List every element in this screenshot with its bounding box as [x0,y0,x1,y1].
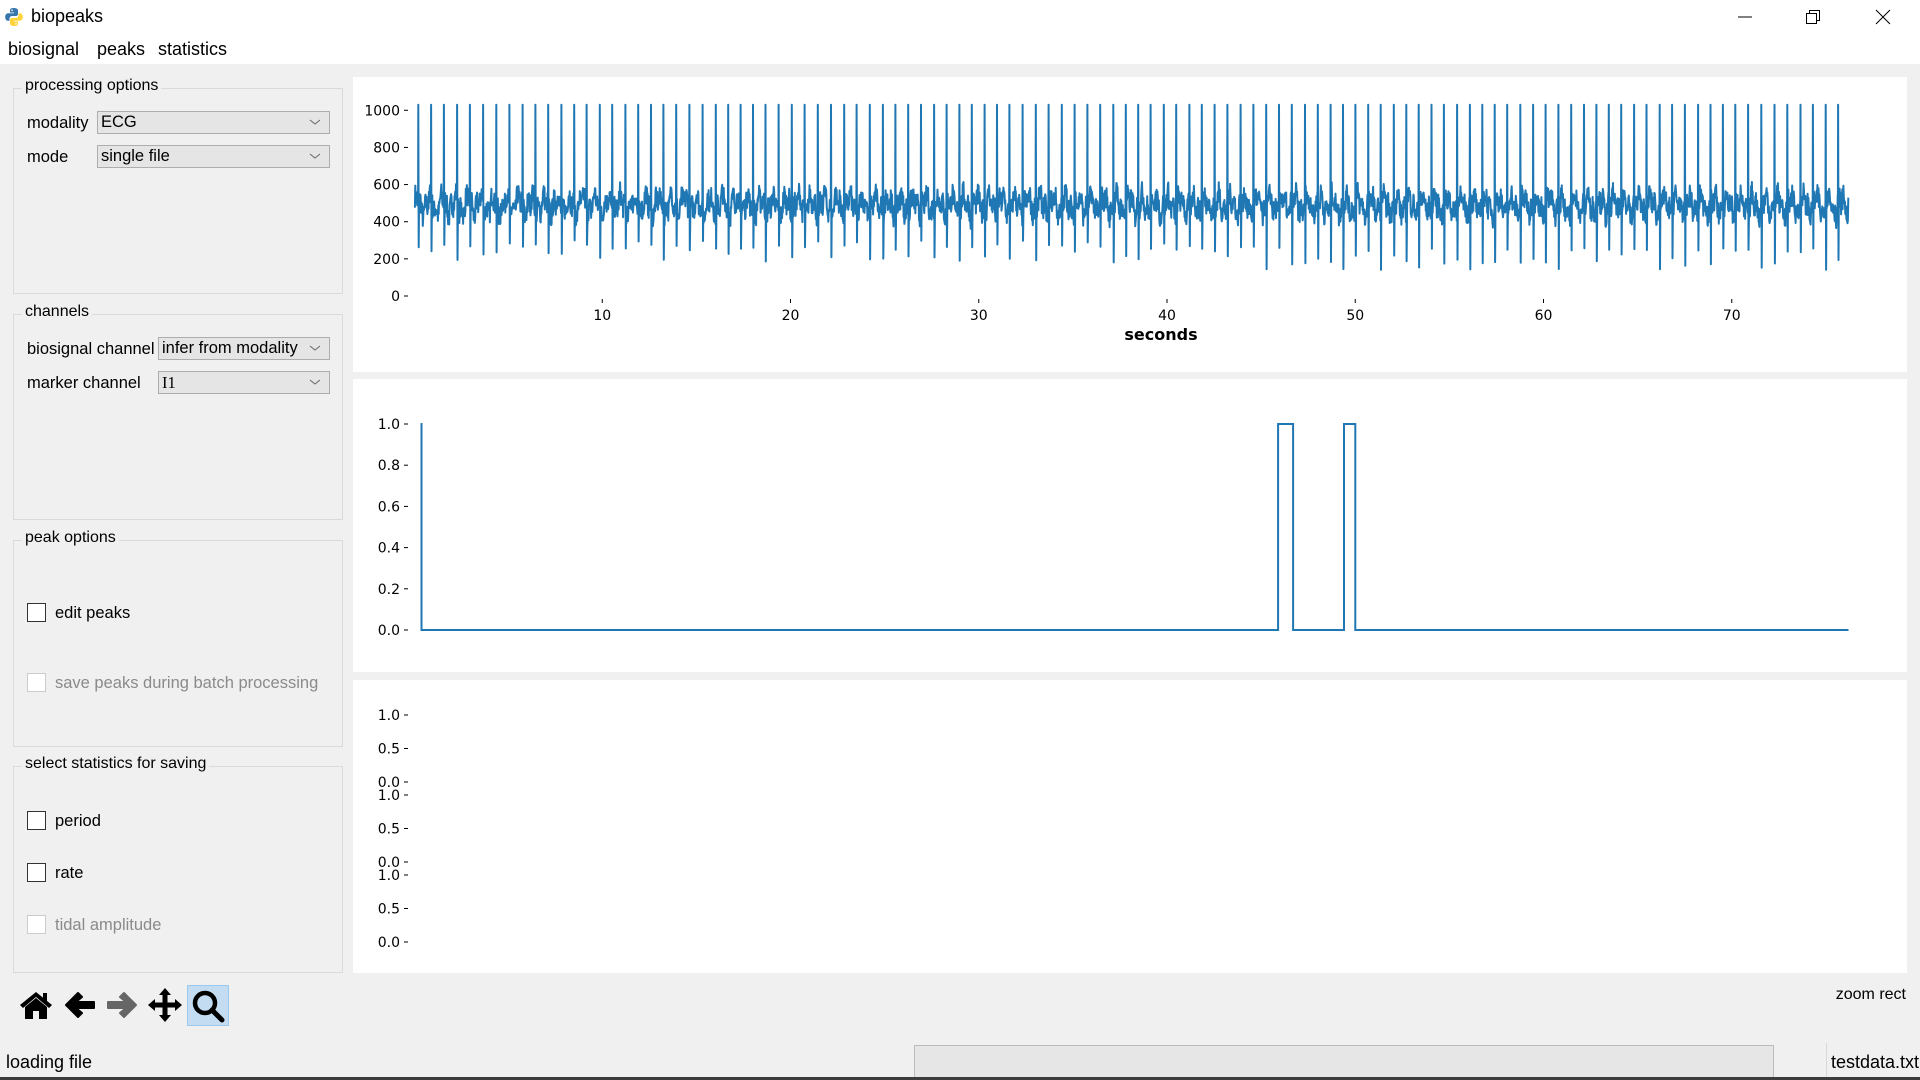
forward-button[interactable] [102,985,142,1025]
save-peaks-batch-label: save peaks during batch processing [55,674,319,692]
chevron-down-icon [309,153,321,159]
group-title: processing options [22,77,162,95]
chevron-down-icon [309,119,321,125]
peak-options-group: peak options [13,529,343,747]
minimize-icon [1738,16,1752,18]
y-tick-label: 0.5 [378,902,400,918]
chevron-down-icon [309,379,321,385]
y-tick-label: 800 [373,140,400,156]
edit-peaks-checkbox[interactable] [27,603,46,622]
modality-value: ECG [101,113,137,131]
marker-chart: 0.0 0.2 0.4 0.6 0.8 1.0 [378,417,1849,639]
x-tick-label: 30 [970,308,988,324]
y-tick-label: 1.0 [378,417,400,433]
marker-plot[interactable]: 0.0 0.2 0.4 0.6 0.8 1.0 [353,379,1907,672]
magnifier-icon [192,990,225,1022]
progress-bar [914,1045,1774,1078]
restore-button[interactable] [1778,0,1848,34]
rate-label: rate [55,864,84,882]
y-tick-label: 1.0 [378,868,400,884]
marker-channel-value: I1 [162,373,176,392]
close-icon [1875,9,1891,25]
y-tick-label: 0.2 [378,582,400,598]
zoom-button[interactable] [187,985,229,1026]
y-tick-label: 400 [373,215,400,231]
x-tick-label: 60 [1535,308,1553,324]
x-tick-label: 40 [1158,308,1176,324]
biosignal-chart: 0 200 400 600 800 1000 10 20 30 40 50 60 70 seconds [364,103,1850,344]
edit-peaks-label: edit peaks [55,604,131,622]
back-button[interactable] [60,985,100,1025]
biosignal-plot[interactable]: 0 200 400 600 800 1000 10 20 30 40 50 60 70 seconds [353,77,1907,372]
marker-channel-select[interactable]: I1 [158,371,330,394]
title-bar: biopeaks [0,0,1920,34]
mode-value: single file [101,147,170,165]
period-checkbox[interactable] [27,811,46,830]
y-tick-label: 0.6 [378,499,400,515]
rate-checkbox[interactable] [27,863,46,882]
y-tick-label: 0.5 [378,742,400,758]
group-title: peak options [22,529,119,547]
minimize-button[interactable] [1710,0,1780,34]
mode-label: mode [27,148,69,166]
x-tick-label: 20 [782,308,800,324]
y-tick-label: 1000 [364,103,400,119]
biosignal-channel-label: biosignal channel [27,340,155,358]
tidal-amplitude-label: tidal amplitude [55,916,162,934]
x-tick-label: 50 [1346,308,1364,324]
y-tick-label: 0.0 [378,623,400,639]
x-tick-label: 10 [593,308,611,324]
menu-biosignal[interactable]: biosignal [8,39,79,60]
modality-label: modality [27,114,89,132]
ecg-series-line [413,103,1850,271]
y-tick-label: 1.0 [378,788,400,804]
home-button[interactable] [16,985,56,1025]
restore-icon [1806,10,1820,24]
statistics-chart: 0.00.51.00.00.51.00.00.51.0 [378,708,408,951]
status-separator [1826,1043,1827,1078]
biosignal-channel-select[interactable]: infer from modality [158,337,330,360]
mode-select[interactable]: single file [97,145,330,168]
period-label: period [55,812,101,830]
y-tick-label: 0.5 [378,822,400,838]
y-tick-label: 200 [373,252,400,268]
move-icon [148,988,182,1022]
statistics-plot[interactable]: 0.0 0.5 1.0 0.0 0.5 1.0 0.0 0.5 1.0 [353,680,1907,973]
group-title: channels [22,303,93,321]
modality-select[interactable]: ECG [97,111,330,134]
chevron-down-icon [309,345,321,351]
save-peaks-batch-checkbox[interactable] [27,673,46,692]
group-title: select statistics for saving [22,755,210,773]
y-tick-label: 0 [391,289,400,305]
marker-series-line [420,423,1849,631]
menu-statistics[interactable]: statistics [158,39,227,60]
marker-channel-label: marker channel [27,374,141,392]
x-axis-label: seconds [1124,325,1197,344]
y-tick-label: 1.0 [378,708,400,724]
x-tick-label: 70 [1723,308,1741,324]
menu-peaks[interactable]: peaks [97,39,145,60]
toolbar-mode-text: zoom rect [1835,986,1906,1003]
pan-button[interactable] [145,985,185,1025]
status-message: loading file [6,1052,93,1072]
y-tick-label: 0.4 [378,541,400,557]
y-tick-label: 0.8 [378,458,400,474]
window-title: biopeaks [31,6,104,26]
current-file: testdata.txt [1831,1052,1920,1072]
y-tick-label: 600 [373,178,400,194]
y-tick-label: 0.0 [378,935,400,951]
arrow-right-icon [107,992,137,1018]
arrow-left-icon [65,992,95,1018]
tidal-amplitude-checkbox[interactable] [27,915,46,934]
python-icon [5,8,23,26]
close-button[interactable] [1848,0,1918,34]
menu-bar: biosignal peaks statistics [0,34,1920,64]
home-icon [20,992,52,1019]
biosignal-channel-value: infer from modality [162,339,298,357]
